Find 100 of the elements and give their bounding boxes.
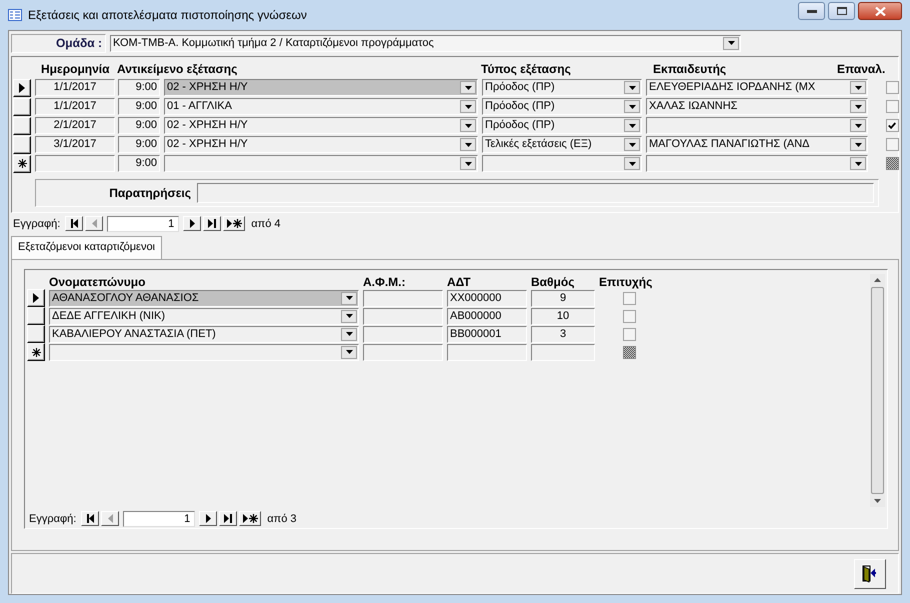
date-cell[interactable]: 1/1/2017: [35, 79, 115, 96]
trainee-combo-box[interactable]: ΑΘΑΝΑΣΟΓΛΟΥ ΑΘΑΝΑΣΙΟΣ: [49, 290, 359, 306]
exam-type-combo-box[interactable]: [482, 155, 642, 172]
repeat-checkbox[interactable]: [886, 119, 898, 132]
date-cell[interactable]: 1/1/2017: [35, 98, 115, 115]
dropdown-button[interactable]: [624, 119, 640, 132]
subject-combo-box[interactable]: 02 - ΧΡΗΣΗ Η/Υ: [164, 79, 478, 96]
dropdown-button[interactable]: [624, 81, 640, 94]
first-record-button[interactable]: [81, 511, 100, 526]
record-number-field[interactable]: 1: [123, 510, 196, 526]
record-selector[interactable]: [13, 116, 31, 134]
dropdown-button[interactable]: [850, 157, 866, 170]
new-record-button[interactable]: [223, 216, 246, 231]
scrollbar-thumb[interactable]: [871, 287, 884, 494]
instructor-combo-box[interactable]: ΧΑΛΑΣ ΙΩΑΝΝΗΣ: [646, 98, 868, 115]
next-record-button[interactable]: [183, 216, 202, 231]
dropdown-button[interactable]: [460, 81, 476, 94]
next-record-button[interactable]: [199, 511, 218, 526]
repeat-checkbox[interactable]: [886, 157, 898, 170]
new-record-selector[interactable]: [27, 343, 45, 361]
record-selector[interactable]: [13, 98, 31, 116]
dropdown-button[interactable]: [460, 138, 476, 151]
date-cell[interactable]: 2/1/2017: [35, 117, 115, 134]
time-cell[interactable]: 9:00: [118, 98, 160, 115]
dropdown-button[interactable]: [341, 292, 357, 304]
new-record-selector[interactable]: [13, 154, 31, 172]
dropdown-button[interactable]: [341, 328, 357, 340]
exit-button[interactable]: [854, 558, 886, 588]
grade-cell[interactable]: 3: [531, 326, 595, 342]
vertical-scrollbar[interactable]: [870, 274, 885, 507]
dropdown-button[interactable]: [850, 119, 866, 132]
date-cell[interactable]: 3/1/2017: [35, 136, 115, 153]
passed-checkbox[interactable]: [622, 310, 636, 322]
dropdown-button[interactable]: [624, 100, 640, 113]
subject-combo-box[interactable]: [164, 155, 478, 172]
record-number-field[interactable]: 1: [107, 216, 180, 232]
id-card-cell[interactable]: [447, 344, 527, 360]
instructor-combo-box[interactable]: ΕΛΕΥΘΕΡΙΑΔΗΣ ΙΟΡΔΑΝΗΣ (ΜΧ: [646, 79, 868, 96]
passed-checkbox[interactable]: [622, 292, 636, 304]
grade-cell[interactable]: [531, 344, 595, 360]
id-card-cell[interactable]: ΑΒ000000: [447, 308, 527, 324]
tax-id-cell[interactable]: [363, 326, 443, 342]
subject-combo-box[interactable]: 02 - ΧΡΗΣΗ Η/Υ: [164, 117, 478, 134]
record-selector[interactable]: [13, 136, 31, 154]
tax-id-cell[interactable]: [363, 308, 443, 324]
exam-type-combo-box[interactable]: Τελικές εξετάσεις (ΕΞ): [482, 136, 642, 153]
dropdown-button[interactable]: [460, 100, 476, 113]
tax-id-cell[interactable]: [363, 344, 443, 360]
dropdown-button[interactable]: [723, 36, 739, 50]
id-card-cell[interactable]: ΧΧ000000: [447, 290, 527, 306]
id-card-cell[interactable]: ΒΒ000001: [447, 326, 527, 342]
subject-combo-box[interactable]: 01 - ΑΓΓΛΙΚΑ: [164, 98, 478, 115]
record-selector[interactable]: [27, 289, 45, 307]
previous-record-button[interactable]: [85, 216, 104, 231]
last-record-button[interactable]: [219, 511, 238, 526]
minimize-button[interactable]: [798, 2, 825, 20]
time-cell[interactable]: 9:00: [118, 117, 160, 134]
first-record-button[interactable]: [65, 216, 84, 231]
time-cell[interactable]: 9:00: [118, 155, 160, 172]
instructor-combo-box[interactable]: ΜΑΓΟΥΛΑΣ ΠΑΝΑΓΙΩΤΗΣ (ΑΝΔ: [646, 136, 868, 153]
close-button[interactable]: [858, 2, 902, 20]
dropdown-button[interactable]: [624, 157, 640, 170]
grade-cell[interactable]: 10: [531, 308, 595, 324]
dropdown-button[interactable]: [850, 100, 866, 113]
maximize-button[interactable]: [828, 2, 855, 20]
passed-checkbox[interactable]: [622, 328, 636, 340]
trainee-combo-box[interactable]: ΚΑΒΑΛΙΕΡΟΥ ΑΝΑΣΤΑΣΙΑ (ΠΕΤ): [49, 326, 359, 342]
time-cell[interactable]: 9:00: [118, 136, 160, 153]
previous-record-button[interactable]: [101, 511, 120, 526]
dropdown-button[interactable]: [460, 157, 476, 170]
dropdown-button[interactable]: [460, 119, 476, 132]
last-record-button[interactable]: [203, 216, 222, 231]
new-record-button[interactable]: [239, 511, 262, 526]
exam-type-combo-box[interactable]: Πρόοδος (ΠΡ): [482, 117, 642, 134]
time-cell[interactable]: 9:00: [118, 79, 160, 96]
repeat-checkbox[interactable]: [886, 81, 898, 94]
tax-id-cell[interactable]: [363, 290, 443, 306]
repeat-checkbox[interactable]: [886, 138, 898, 151]
trainee-combo-box[interactable]: ΔΕΔΕ ΑΓΓΕΛΙΚΗ (ΝΙΚ): [49, 308, 359, 324]
passed-checkbox[interactable]: [622, 346, 636, 358]
dropdown-button[interactable]: [341, 346, 357, 358]
grade-cell[interactable]: 9: [531, 290, 595, 306]
exam-type-combo-box[interactable]: Πρόοδος (ΠΡ): [482, 79, 642, 96]
exam-type-combo-box[interactable]: Πρόοδος (ΠΡ): [482, 98, 642, 115]
instructor-combo-box[interactable]: [646, 155, 868, 172]
tab[interactable]: Εξεταζόμενοι καταρτιζόμενοι: [11, 236, 162, 259]
instructor-combo-box[interactable]: [646, 117, 868, 134]
trainee-combo-box[interactable]: [49, 344, 359, 360]
subject-combo-box[interactable]: 02 - ΧΡΗΣΗ Η/Υ: [164, 136, 478, 153]
dropdown-button[interactable]: [850, 81, 866, 94]
record-selector[interactable]: [13, 78, 31, 96]
dropdown-button[interactable]: [341, 310, 357, 322]
repeat-checkbox[interactable]: [886, 100, 898, 113]
group-combo-box[interactable]: ΚΟΜ-ΤΜΒ-Α. Κομμωτική τμήμα 2 / Καταρτιζόμενοι προγράμματος: [110, 34, 741, 52]
date-cell[interactable]: [35, 155, 115, 172]
record-selector[interactable]: [27, 307, 45, 325]
dropdown-button[interactable]: [624, 138, 640, 151]
remarks-field[interactable]: [197, 183, 874, 203]
dropdown-button[interactable]: [850, 138, 866, 151]
record-selector[interactable]: [27, 325, 45, 343]
